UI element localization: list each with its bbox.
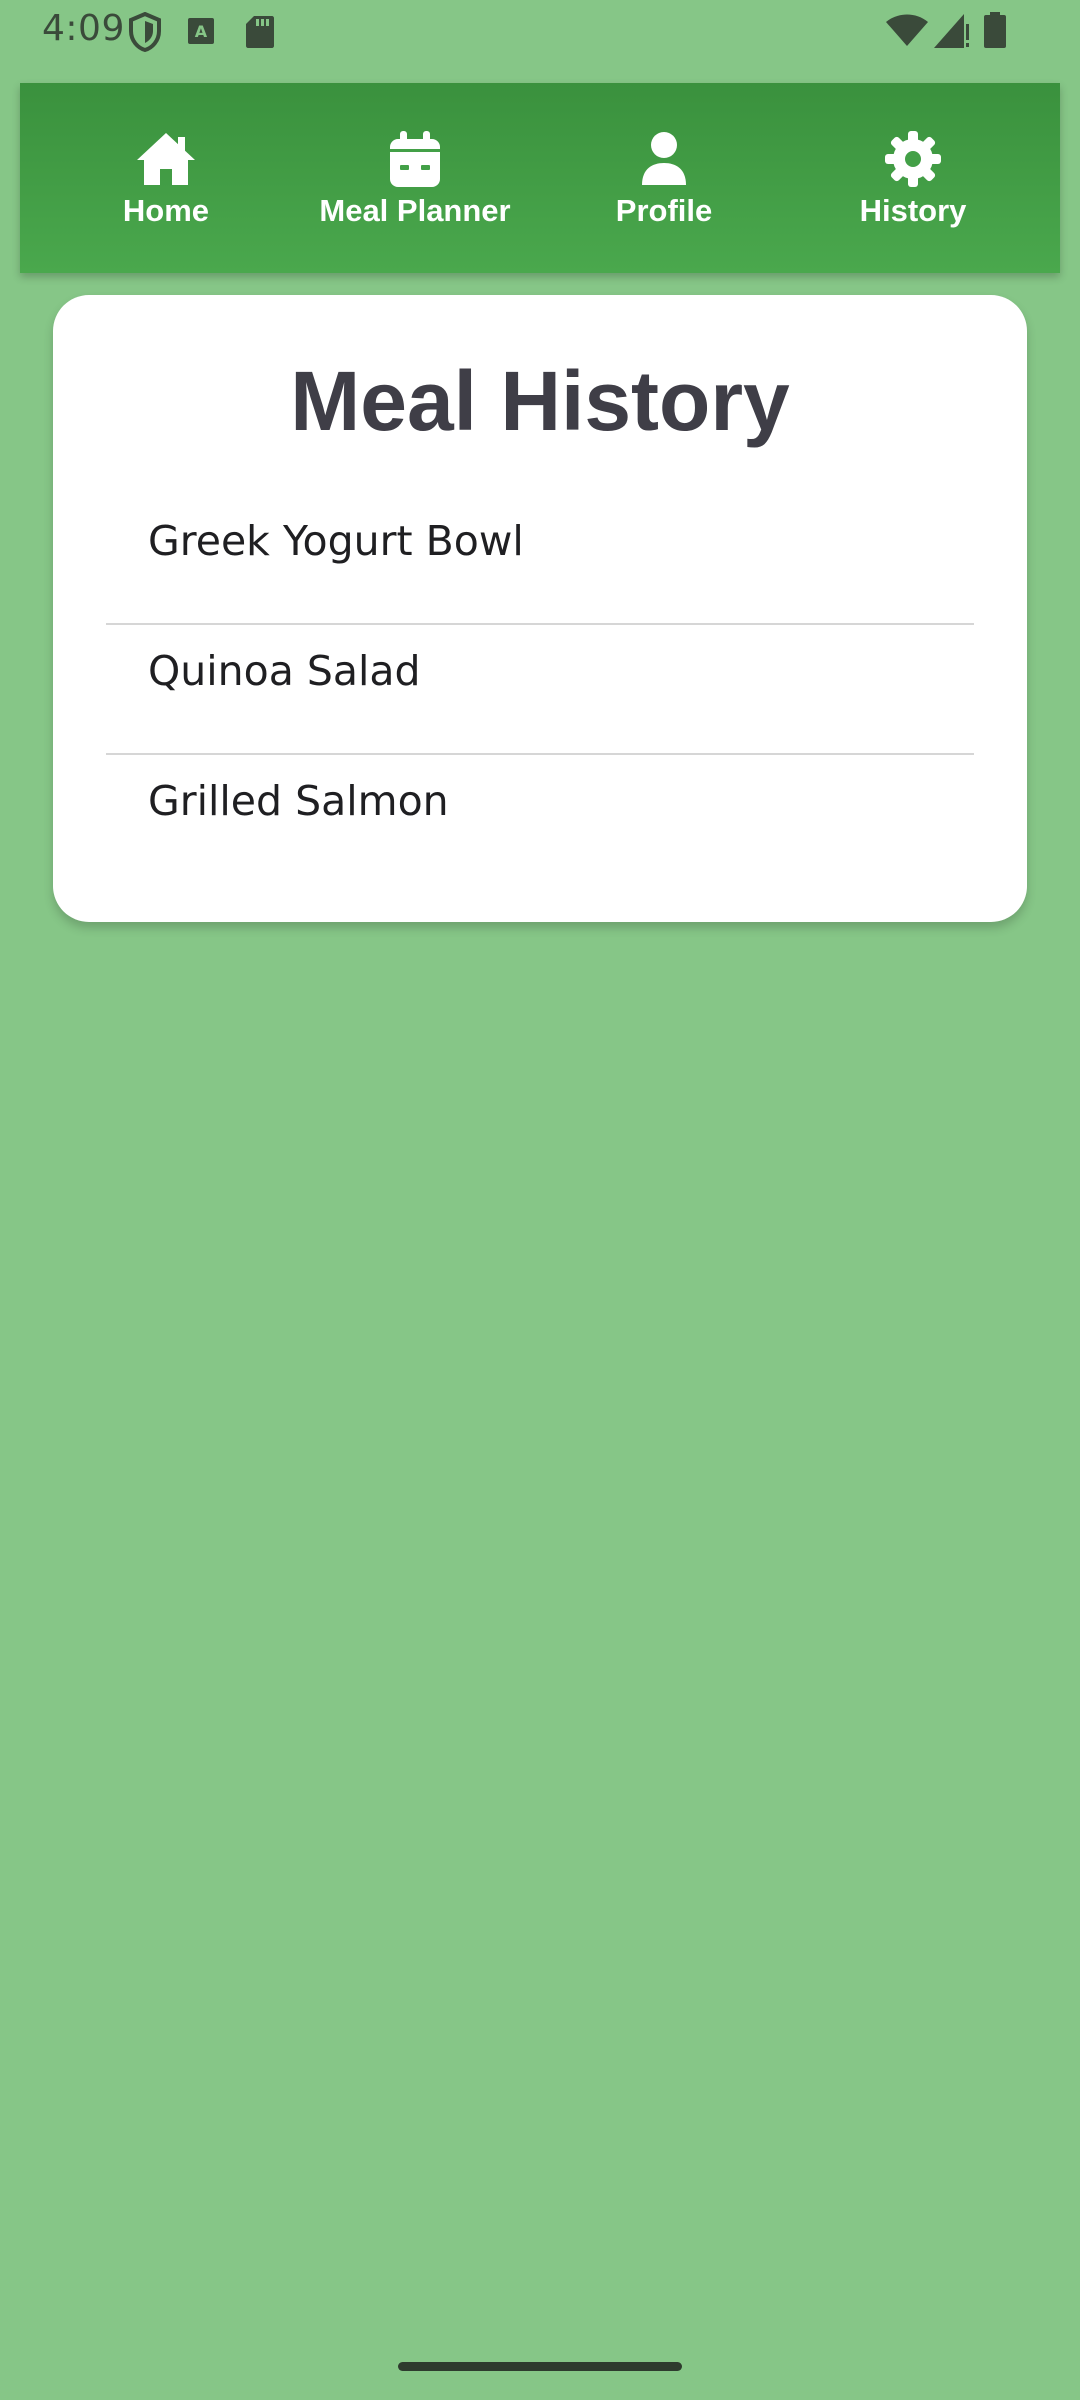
meal-name: Quinoa Salad xyxy=(148,647,421,695)
nav-item-home[interactable]: Home xyxy=(41,83,291,273)
meal-history-card: Meal History Greek Yogurt Bowl Quinoa Sa… xyxy=(53,295,1027,922)
sd-card-icon xyxy=(246,16,274,48)
status-time: 4:09 xyxy=(42,8,125,49)
wifi-icon xyxy=(886,14,928,46)
list-item[interactable]: Quinoa Salad xyxy=(106,623,974,753)
nav-label-meal-planner: Meal Planner xyxy=(319,193,511,228)
list-item[interactable]: Greek Yogurt Bowl xyxy=(106,495,974,623)
home-icon xyxy=(137,133,195,185)
page-title: Meal History xyxy=(290,354,790,448)
home-indicator[interactable] xyxy=(398,2362,682,2371)
text-a-icon: A xyxy=(188,18,214,44)
svg-text:A: A xyxy=(195,22,208,41)
meal-name: Grilled Salmon xyxy=(148,777,449,825)
battery-icon xyxy=(984,12,1006,48)
meal-list: Greek Yogurt Bowl Quinoa Salad Grilled S… xyxy=(106,495,974,883)
nav-item-profile[interactable]: Profile xyxy=(539,83,789,273)
list-item[interactable]: Grilled Salmon xyxy=(106,753,974,883)
status-bar: 4:09 A xyxy=(0,0,1080,62)
nav-item-meal-planner[interactable]: Meal Planner xyxy=(290,83,540,273)
signal-icon xyxy=(934,14,969,48)
nav-label-home: Home xyxy=(122,193,210,228)
shield-icon xyxy=(129,12,161,52)
meal-name: Greek Yogurt Bowl xyxy=(148,517,524,565)
nav-item-history[interactable]: History xyxy=(788,83,1038,273)
nav-label-history: History xyxy=(859,193,967,228)
calendar-icon xyxy=(390,131,440,187)
top-navigation-bar: Home Meal Planner Profile History xyxy=(20,83,1060,273)
person-icon xyxy=(642,132,686,185)
gear-icon xyxy=(885,131,941,187)
nav-label-profile: Profile xyxy=(615,193,713,228)
